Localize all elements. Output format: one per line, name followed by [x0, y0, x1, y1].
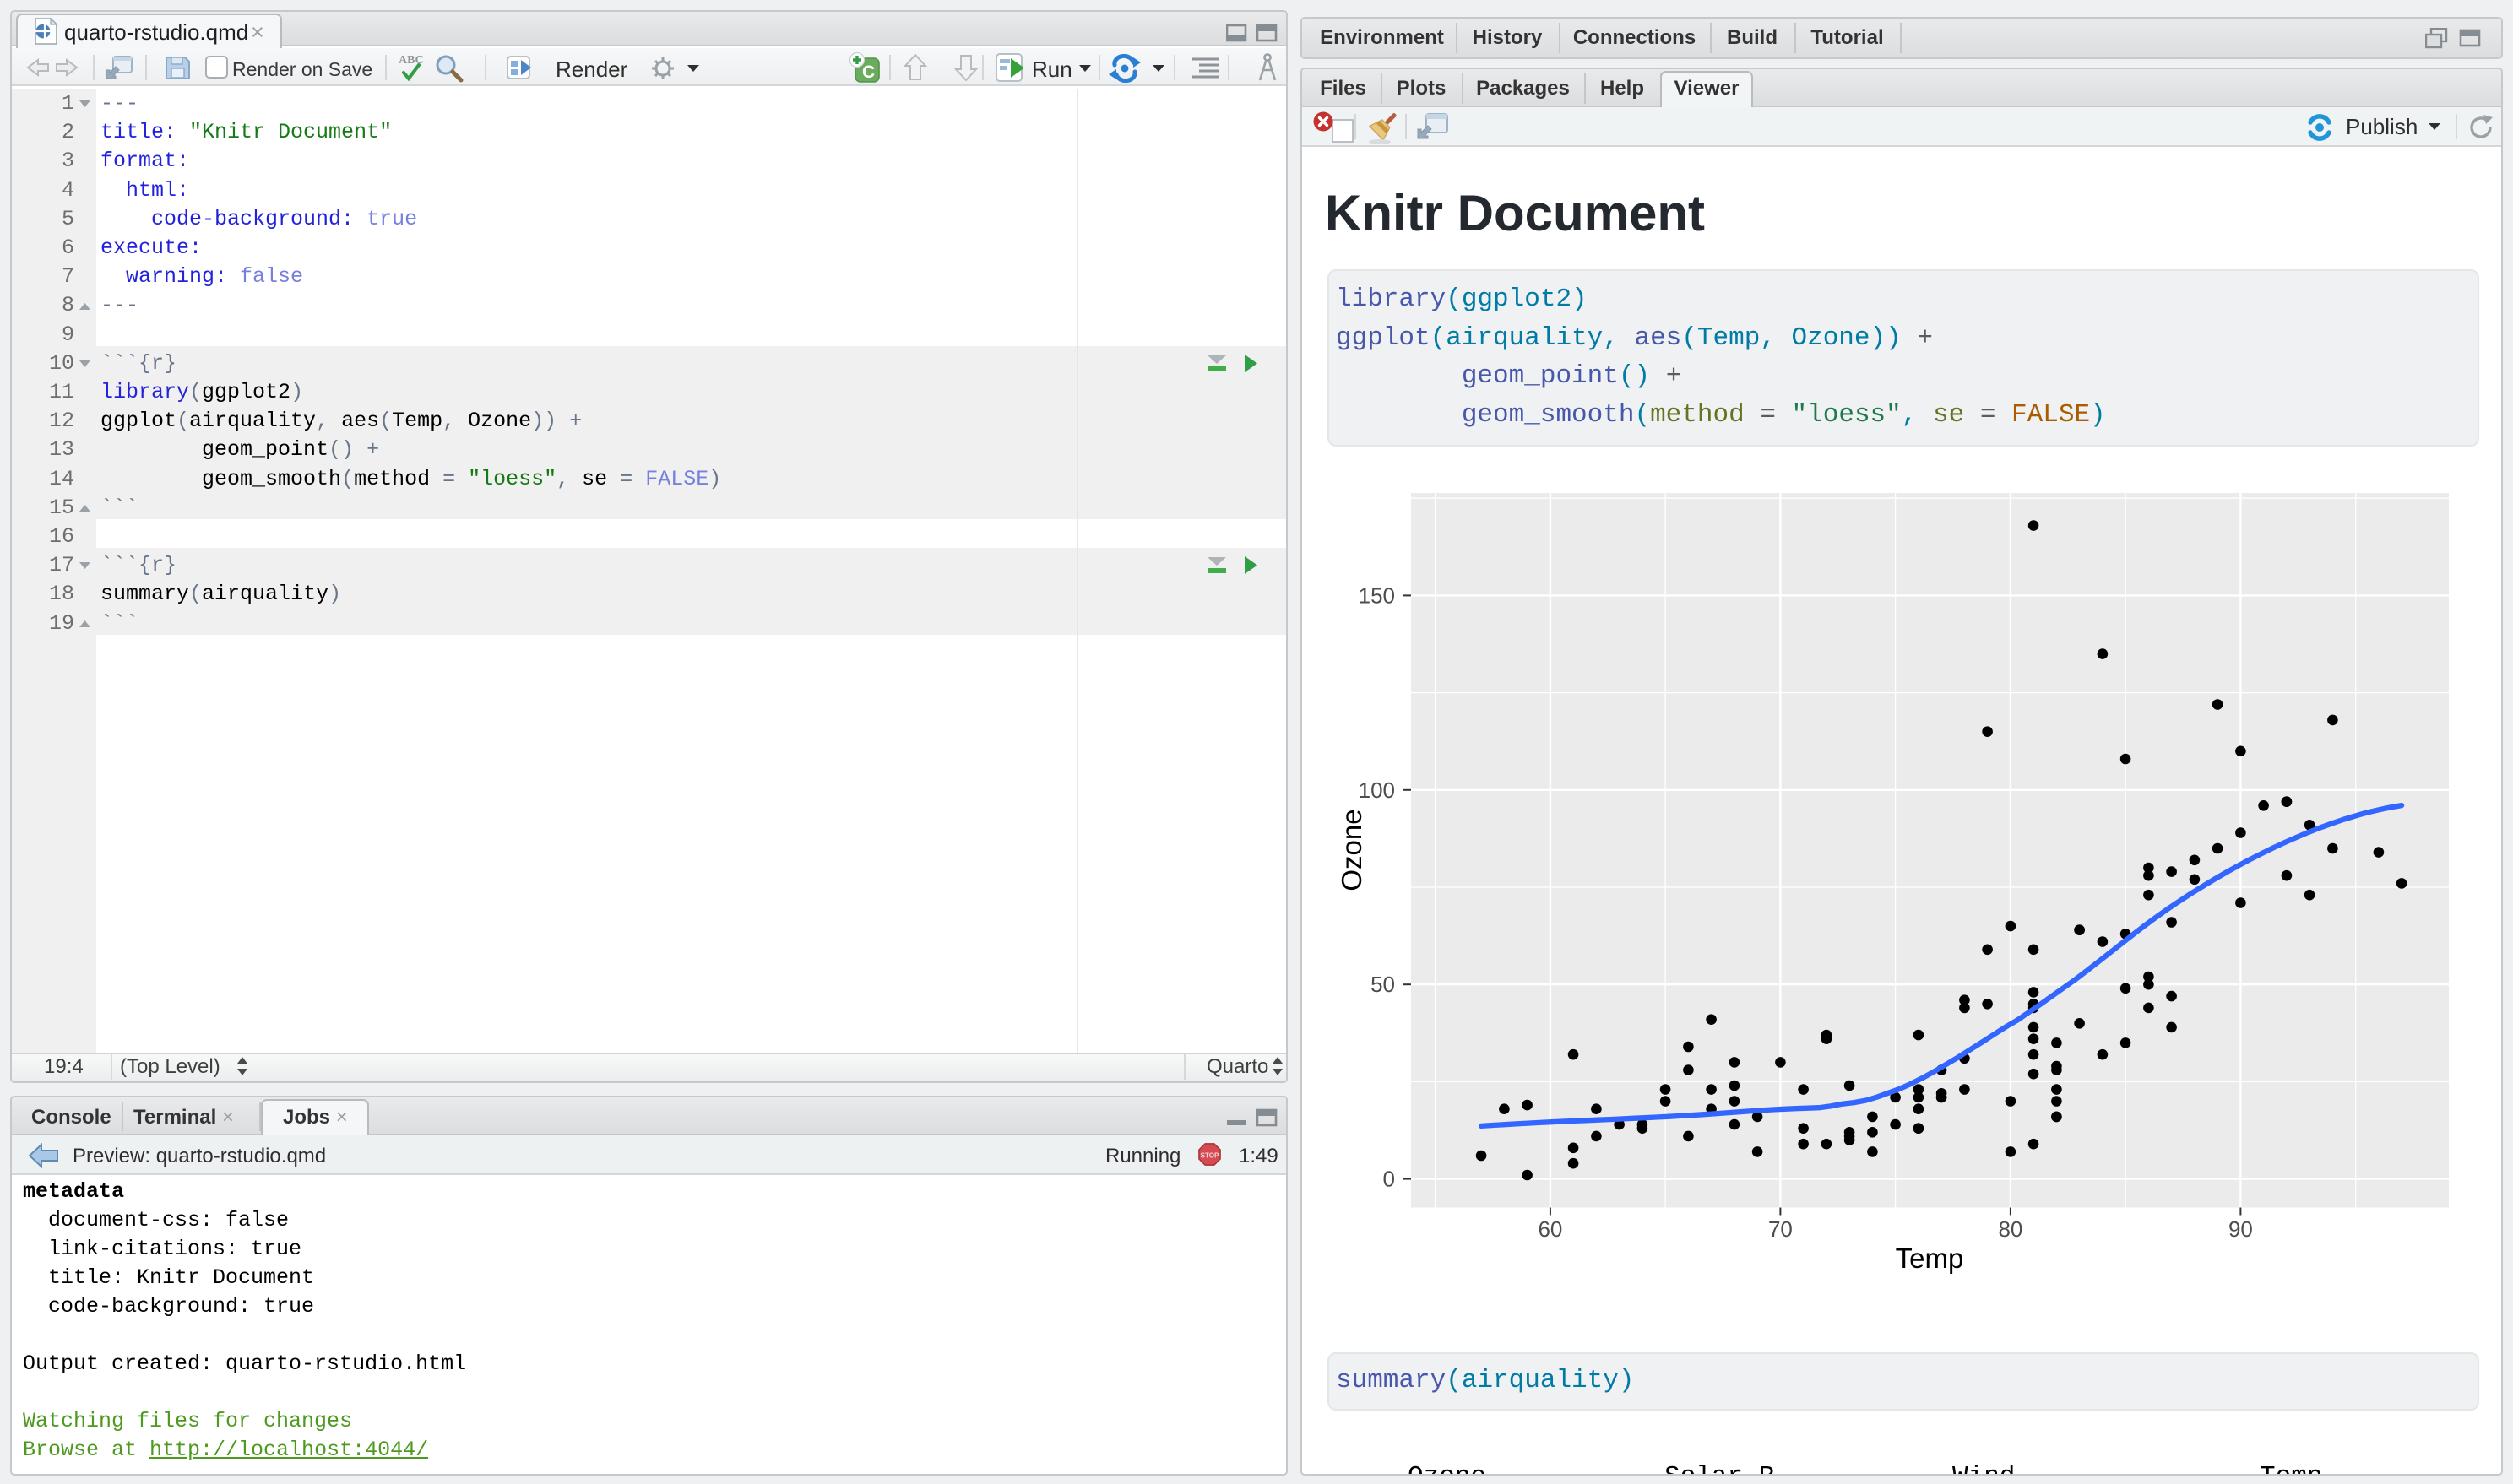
svg-text:60: 60 [1538, 1216, 1562, 1242]
svg-text:80: 80 [1998, 1216, 2022, 1242]
svg-text:Temp: Temp [1896, 1243, 1964, 1274]
svg-text:Ozone: Ozone [1336, 809, 1367, 891]
svg-text:C: C [862, 62, 875, 82]
svg-text:100: 100 [1359, 777, 1395, 803]
svg-text:0: 0 [1383, 1167, 1395, 1192]
svg-text:150: 150 [1359, 582, 1395, 608]
svg-text:70: 70 [1768, 1216, 1793, 1242]
svg-text:STOP: STOP [1201, 1152, 1219, 1160]
svg-text:50: 50 [1370, 972, 1395, 997]
svg-text:90: 90 [2228, 1216, 2253, 1242]
